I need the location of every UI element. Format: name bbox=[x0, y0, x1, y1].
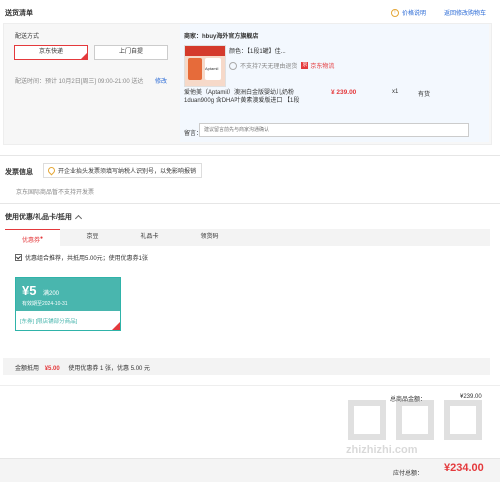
coupon-condition: 满200 bbox=[43, 291, 60, 297]
tab-redeem-code[interactable]: 领货码 bbox=[182, 229, 237, 246]
chevron-up-icon bbox=[74, 214, 82, 222]
divider bbox=[0, 155, 500, 156]
combo-checkbox[interactable] bbox=[15, 254, 22, 261]
jd-logistics-icon: 京 bbox=[301, 62, 309, 69]
return-cart-link[interactable]: 返回修改购物车 bbox=[444, 8, 486, 17]
watermark-logo: zhizhizhi.com bbox=[340, 400, 500, 460]
divider bbox=[0, 385, 500, 386]
location-pin-icon bbox=[46, 165, 57, 176]
tab-gift-card[interactable]: 礼品卡 bbox=[122, 229, 177, 246]
self-pickup-button[interactable]: 上门自提 bbox=[94, 45, 168, 60]
product-attribute: 颜色：【1段1罐】佳... bbox=[229, 49, 286, 55]
price-note-link[interactable]: ! 价格说明 bbox=[391, 8, 426, 17]
coupon-card[interactable]: ¥5 满200 有效期至2024-10-31 [东券] [限店铺部分商品] bbox=[15, 277, 121, 331]
service-tags: 不支持7天无理由退货 京 京东物流 bbox=[229, 61, 334, 70]
discount-summary: 金额抵用 ¥5.00 使用优惠券 1 张，优惠 5.00 元 bbox=[15, 366, 151, 372]
divider bbox=[0, 203, 500, 204]
remark-input[interactable] bbox=[199, 123, 469, 137]
shop-name: 商家：hbuy海外官方旗舰店 bbox=[184, 34, 259, 40]
no-return-icon bbox=[229, 61, 237, 70]
edit-delivery-time-link[interactable]: 修改 bbox=[155, 76, 167, 85]
invoice-note: 京东国际商品暂不支持开发票 bbox=[16, 190, 95, 196]
express-delivery-button[interactable]: 京东快递 bbox=[14, 45, 88, 60]
payable-bar bbox=[0, 458, 500, 482]
product-thumbnail[interactable]: Aptamil bbox=[184, 45, 226, 87]
payable-label: 应付总额： bbox=[393, 471, 424, 477]
tab-jingdou[interactable]: 京豆 bbox=[65, 229, 120, 246]
product-name[interactable]: 爱他美（Aptamil）澳洲白金版婴幼儿奶粉1duan900g 含DHA叶黄素澳… bbox=[184, 89, 312, 105]
page-title: 送货清单 bbox=[5, 10, 33, 17]
product-price: ¥ 239.00 bbox=[331, 89, 357, 96]
invoice-notice: 开企业抬头发票须填写纳税人识别号，以免影响报销 bbox=[43, 163, 202, 178]
product-quantity: x1 bbox=[392, 89, 399, 95]
tab-coupons[interactable]: 优惠券● bbox=[5, 229, 60, 247]
watermark-text: zhizhizhi.com bbox=[346, 444, 418, 456]
stock-status: 有货 bbox=[418, 92, 431, 98]
payable-value: ¥234.00 bbox=[444, 462, 484, 474]
info-icon: ! bbox=[391, 8, 399, 17]
coupon-section-toggle[interactable]: 使用优惠/礼品卡/抵用 bbox=[5, 212, 82, 222]
coupon-tags: [东券] [限店铺部分商品] bbox=[20, 319, 78, 325]
coupon-combo-row: 优惠组合推荐，共抵用5.00元；使用优惠券1张 bbox=[15, 253, 148, 262]
coupon-amount: ¥5 bbox=[22, 283, 37, 298]
coupon-validity: 有效期至2024-10-31 bbox=[22, 301, 68, 307]
selected-corner-icon bbox=[112, 322, 120, 330]
shipping-method-label: 配送方式 bbox=[15, 34, 40, 40]
delivery-time: 配送时间：预计 10月2日[周三] 09:00-21:00 送达 bbox=[15, 79, 144, 85]
invoice-title: 发票信息 bbox=[5, 169, 33, 176]
